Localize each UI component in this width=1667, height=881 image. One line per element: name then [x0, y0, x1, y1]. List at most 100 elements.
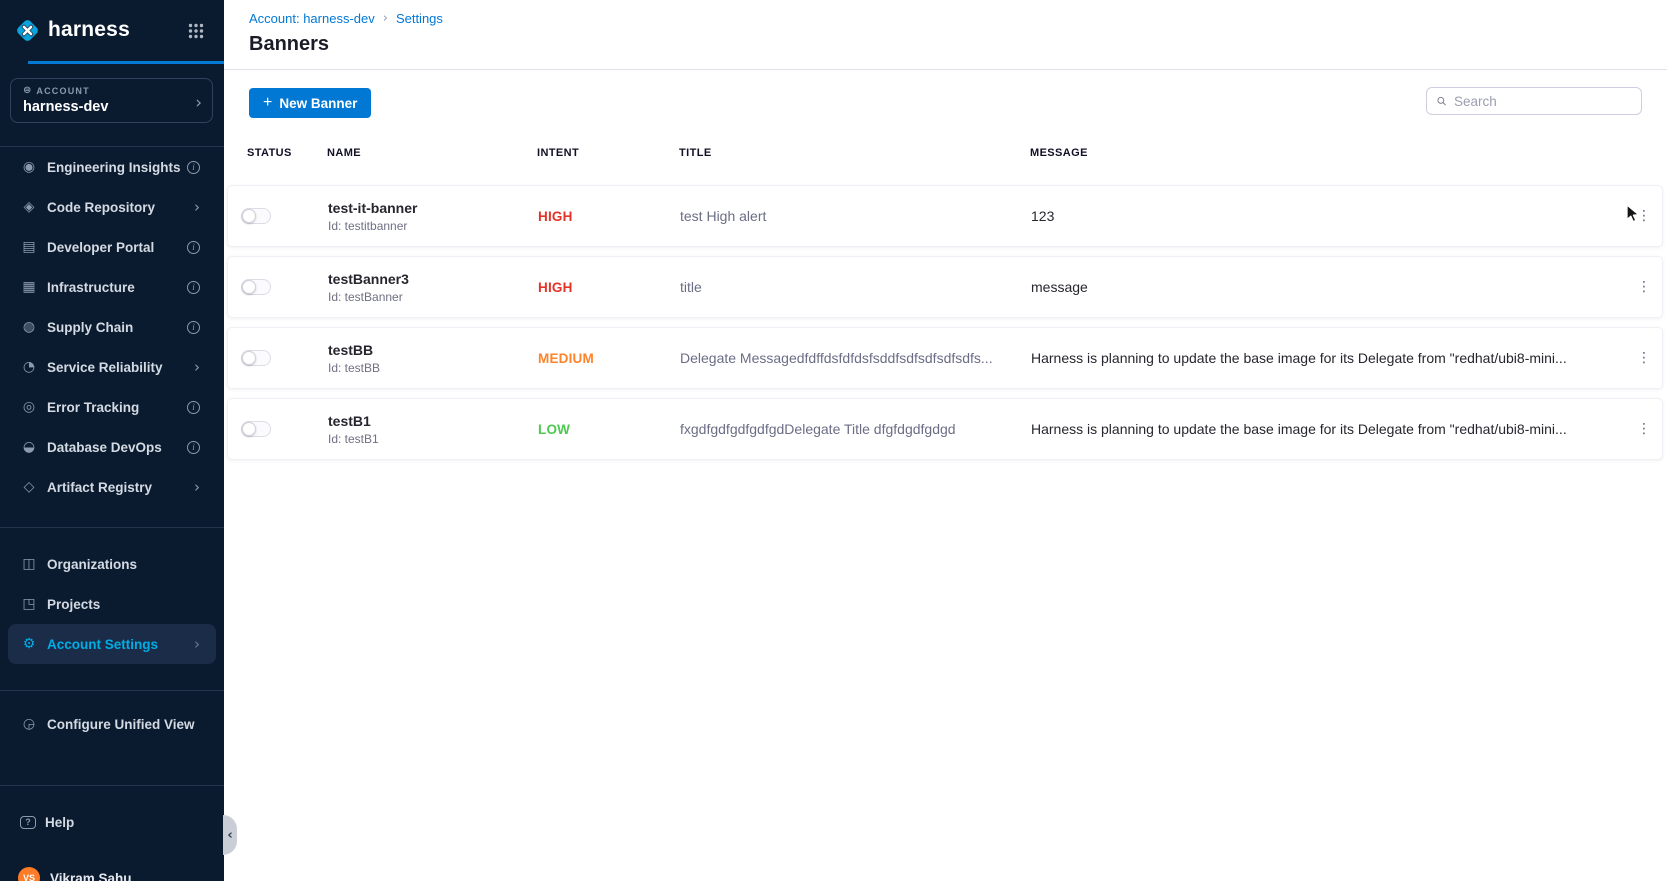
brand-row: harness — [0, 0, 224, 60]
banner-name: testBanner3 — [328, 271, 538, 287]
banner-message: Harness is planning to update the base i… — [1031, 421, 1626, 437]
table-row[interactable]: testBanner3 Id: testBanner HIGH title me… — [227, 256, 1663, 318]
info-icon[interactable]: i — [187, 241, 200, 254]
column-header-message: MESSAGE — [1030, 147, 1627, 159]
sidebar-item-code-repository[interactable]: ◈ Code Repository › — [0, 187, 224, 227]
banner-intent: HIGH — [538, 209, 680, 224]
sidebar-item-supply-chain[interactable]: ◍ Supply Chain i — [0, 307, 224, 347]
sidebar-item-database-devops[interactable]: ◒ Database DevOps i — [0, 427, 224, 467]
toggle-knob — [242, 351, 256, 365]
new-banner-button[interactable]: + New Banner — [249, 88, 371, 118]
chevron-right-icon: › — [195, 93, 202, 113]
account-selector[interactable]: ⊜ ACCOUNT harness-dev › — [10, 78, 213, 123]
sidebar-item-label: Organizations — [47, 557, 200, 572]
organizations-icon: ◫ — [20, 556, 38, 572]
sidebar-item-label: Help — [45, 815, 200, 830]
sidebar-item-label: Projects — [47, 597, 200, 612]
sidebar-item-organizations[interactable]: ◫ Organizations — [0, 544, 224, 584]
table-row[interactable]: testBB Id: testBB MEDIUM Delegate Messag… — [227, 327, 1663, 389]
sidebar-item-help[interactable]: ? Help — [0, 802, 224, 842]
account-label: ACCOUNT — [36, 86, 89, 96]
row-menu-button[interactable]: ⋮ — [1626, 351, 1662, 365]
harness-logo-icon — [14, 17, 41, 44]
row-menu-button[interactable]: ⋮ — [1626, 280, 1662, 294]
search-icon — [1437, 94, 1446, 108]
error-tracking-icon: ◎ — [20, 399, 38, 415]
sidebar-item-label: Developer Portal — [47, 240, 187, 255]
sidebar-nav: ◉ Engineering Insights i ◈ Code Reposito… — [0, 147, 224, 744]
sidebar-item-developer-portal[interactable]: ▤ Developer Portal i — [0, 227, 224, 267]
engineering-insights-icon: ◉ — [20, 159, 38, 175]
app-grid-icon[interactable] — [188, 23, 204, 44]
banner-message: Harness is planning to update the base i… — [1031, 350, 1626, 366]
divider — [0, 785, 224, 786]
row-menu-button[interactable]: ⋮ — [1626, 422, 1662, 436]
status-toggle[interactable] — [241, 208, 271, 224]
banner-name: test-it-banner — [328, 200, 538, 216]
sidebar-item-label: Infrastructure — [47, 280, 187, 295]
account-name: harness-dev — [23, 99, 202, 115]
banner-intent: LOW — [538, 422, 680, 437]
banner-id: Id: testBanner — [328, 290, 538, 304]
avatar: VS — [18, 867, 40, 881]
sidebar-item-account-settings[interactable]: ⚙ Account Settings › — [8, 624, 216, 664]
banner-title: test High alert — [680, 208, 1031, 224]
banner-title: title — [680, 279, 1031, 295]
sidebar-item-error-tracking[interactable]: ◎ Error Tracking i — [0, 387, 224, 427]
user-name: Vikram Sahu — [50, 871, 132, 881]
banner-message: 123 — [1031, 208, 1626, 224]
row-menu-button[interactable]: ⋮ — [1626, 209, 1662, 223]
info-icon[interactable]: i — [187, 401, 200, 414]
chevron-right-icon: › — [194, 635, 200, 653]
table-row[interactable]: testB1 Id: testB1 LOW fxgdfgdfgdfgdfgdDe… — [227, 398, 1663, 460]
info-icon[interactable]: i — [187, 321, 200, 334]
status-toggle[interactable] — [241, 350, 271, 366]
projects-icon: ◳ — [20, 596, 38, 612]
sidebar-item-label: Artifact Registry — [47, 480, 194, 495]
toggle-knob — [242, 280, 256, 294]
banner-intent: MEDIUM — [538, 351, 680, 366]
column-header-name: NAME — [327, 147, 537, 159]
sidebar-item-label: Configure Unified View — [47, 717, 200, 732]
sidebar-item-label: Account Settings — [47, 637, 194, 652]
chevron-right-icon: › — [194, 478, 200, 496]
code-repository-icon: ◈ — [20, 199, 38, 215]
chevron-right-icon: › — [194, 358, 200, 376]
user-menu[interactable]: VS Vikram Sahu — [0, 858, 224, 881]
status-toggle[interactable] — [241, 421, 271, 437]
divider — [0, 690, 224, 691]
table-row[interactable]: test-it-banner Id: testitbanner HIGH tes… — [227, 185, 1663, 247]
banner-title: Delegate Messagedfdffdsfdfdsfsddfsdfsdfs… — [680, 350, 1031, 366]
sidebar-item-label: Engineering Insights — [47, 160, 187, 175]
status-toggle[interactable] — [241, 279, 271, 295]
banner-list: test-it-banner Id: testitbanner HIGH tes… — [227, 185, 1663, 469]
sidebar: harness ⊜ ACCOUNT harness-dev › ◉ Engine… — [0, 0, 224, 881]
nav-active-underline — [28, 61, 224, 64]
table-header: STATUS NAME INTENT TITLE MESSAGE — [227, 140, 1663, 166]
info-icon[interactable]: i — [187, 161, 200, 174]
brand-name: harness — [48, 18, 130, 42]
search-input[interactable] — [1454, 94, 1631, 109]
chevron-right-icon: › — [194, 198, 200, 216]
sidebar-item-service-reliability[interactable]: ◔ Service Reliability › — [0, 347, 224, 387]
breadcrumb-account-link[interactable]: Account: harness-dev — [249, 11, 375, 26]
sidebar-item-configure-unified-view[interactable]: ◶ Configure Unified View — [0, 704, 224, 744]
sidebar-item-artifact-registry[interactable]: ◇ Artifact Registry › — [0, 467, 224, 507]
infrastructure-icon: ▦ — [20, 279, 38, 295]
breadcrumb: Account: harness-dev › Settings — [249, 11, 443, 26]
sidebar-item-engineering-insights[interactable]: ◉ Engineering Insights i — [0, 147, 224, 187]
account-eyebrow: ⊜ ACCOUNT — [23, 85, 202, 96]
search-box[interactable] — [1426, 87, 1642, 115]
breadcrumb-settings-link[interactable]: Settings — [396, 11, 443, 26]
sidebar-item-projects[interactable]: ◳ Projects — [0, 584, 224, 624]
gear-icon: ⚙ — [20, 636, 38, 652]
sidebar-item-infrastructure[interactable]: ▦ Infrastructure i — [0, 267, 224, 307]
configure-unified-view-icon: ◶ — [20, 716, 38, 732]
page-header: Account: harness-dev › Settings Banners — [224, 0, 1667, 70]
info-icon[interactable]: i — [187, 281, 200, 294]
banner-id: Id: testBB — [328, 361, 538, 375]
sidebar-item-label: Error Tracking — [47, 400, 187, 415]
breadcrumb-separator-icon: › — [383, 11, 388, 26]
main-content: Account: harness-dev › Settings Banners … — [224, 0, 1667, 881]
info-icon[interactable]: i — [187, 441, 200, 454]
